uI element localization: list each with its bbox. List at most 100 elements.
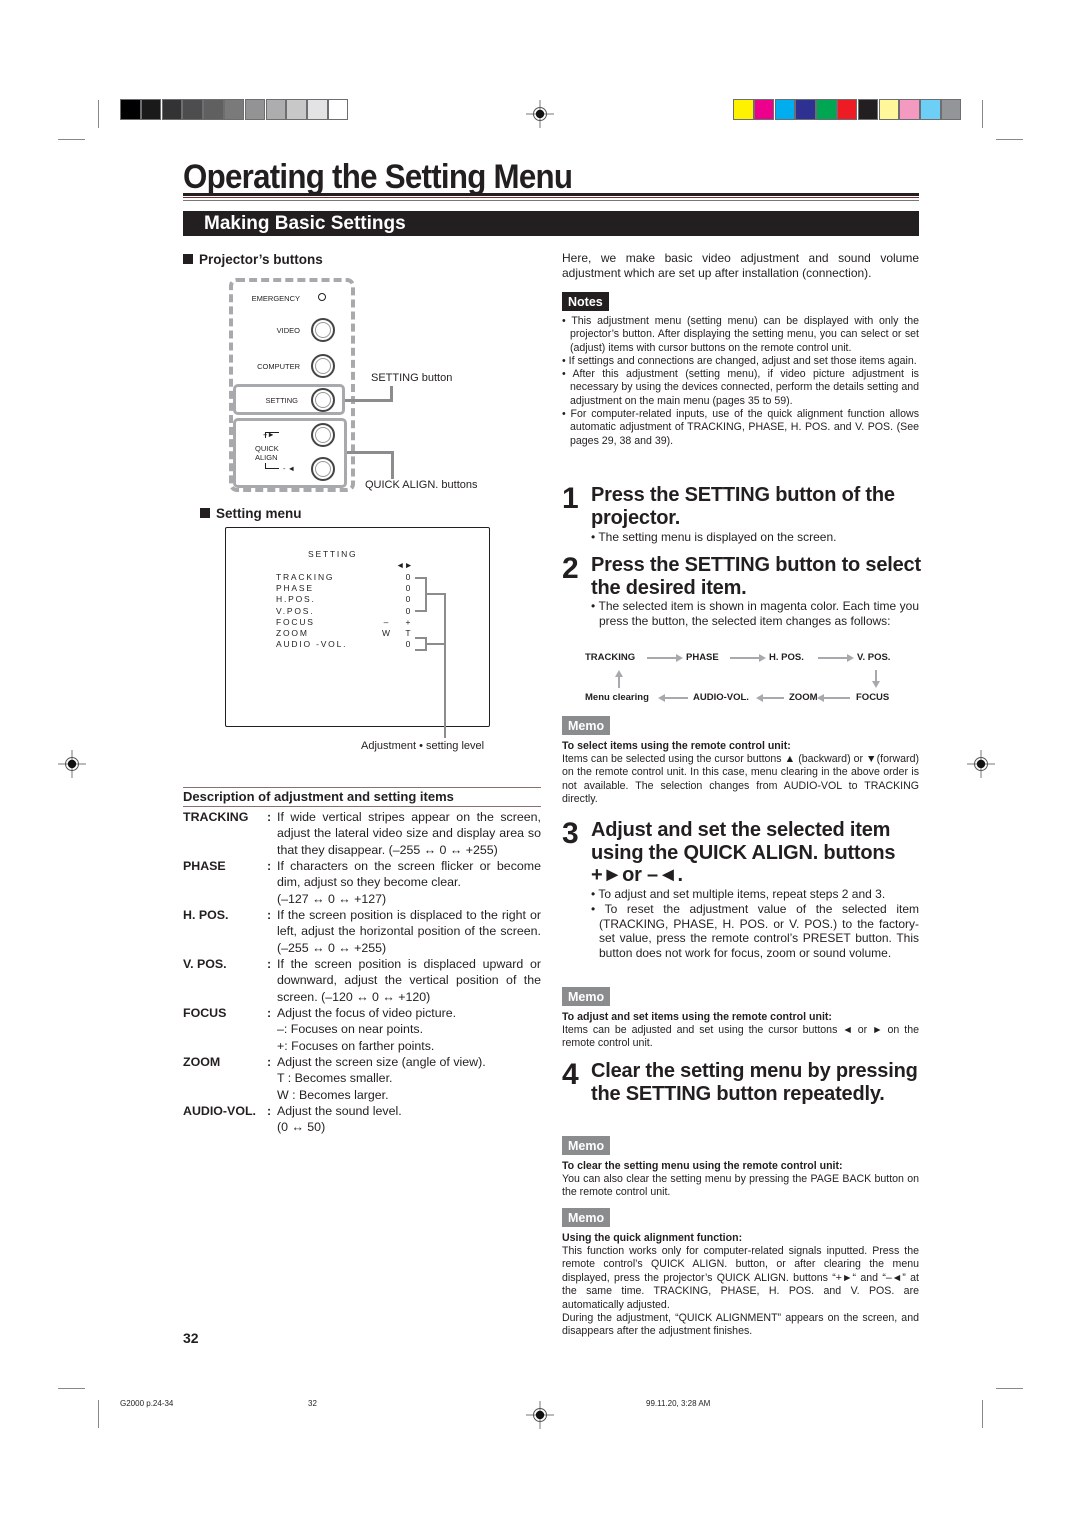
description-definition: If the screen position is displaced upwa… — [277, 956, 541, 1005]
note-item: After this adjustment (setting menu), if… — [562, 368, 919, 408]
description-term: ZOOM — [183, 1055, 221, 1069]
menu-item-name: TRACKING — [276, 572, 335, 582]
definition-line: T : Becomes smaller. — [277, 1071, 393, 1086]
note-item: This adjustment menu (setting menu) can … — [562, 315, 919, 355]
arrow-right-icon — [818, 654, 854, 662]
computer-button[interactable] — [311, 354, 335, 378]
definition-line: If the screen position is displaced to t… — [277, 908, 541, 955]
step-number: 2 — [562, 552, 579, 585]
color-swatch — [795, 99, 816, 120]
memo-title: To adjust and set items using the remote… — [562, 1011, 832, 1023]
color-swatch — [244, 99, 266, 120]
color-swatch — [182, 99, 203, 120]
description-item: FOCUS: Adjust the focus of video picture.… — [183, 1005, 541, 1054]
color-swatch — [920, 99, 941, 120]
title-rule — [183, 193, 919, 196]
color-swatch — [753, 99, 775, 120]
crop-mark — [58, 139, 85, 140]
description-definition: Adjust the focus of video picture. –: Foc… — [277, 1005, 541, 1054]
definition-line: W : Becomes larger. — [277, 1087, 389, 1102]
definition-line: If characters on the screen flicker or b… — [277, 859, 541, 890]
arrow-right-icon — [647, 654, 683, 662]
crop-mark — [982, 1400, 983, 1428]
menu-item-name: AUDIO -VOL. — [276, 639, 348, 650]
memo-title: Using the quick alignment function: — [562, 1232, 743, 1244]
memo-title: To clear the setting menu using the remo… — [562, 1160, 843, 1172]
memo-body: Items can be adjusted and set using the … — [562, 1024, 919, 1050]
description-item: PHASE: If characters on the screen flicke… — [183, 858, 541, 907]
quick-align-minus-label: - ◄ — [283, 464, 296, 473]
step-number: 1 — [562, 482, 579, 515]
color-swatch — [857, 99, 879, 120]
menu-item-name: FOCUS — [276, 616, 315, 627]
quick-align-plus-button[interactable] — [311, 423, 335, 447]
page-number: 32 — [183, 1330, 199, 1346]
menu-item-name: PHASE — [276, 583, 314, 594]
menu-item-value: + — [405, 616, 411, 627]
registration-mark-icon — [967, 750, 995, 778]
description-term: TRACKING — [183, 810, 249, 824]
menu-item-value: 0 — [405, 583, 411, 594]
step-bullet: The setting menu is displayed on the scr… — [591, 530, 919, 545]
crop-mark — [996, 1388, 1023, 1389]
notes-label: Notes — [562, 292, 609, 311]
definition-line: Adjust the sound level. — [277, 1104, 402, 1118]
setting-button[interactable] — [311, 388, 335, 412]
adjustment-level-callout: Adjustment • setting level — [361, 740, 485, 752]
registration-mark-icon — [526, 100, 554, 128]
crop-mark — [98, 1400, 99, 1428]
arrow-left-icon — [756, 694, 784, 702]
notes-list: This adjustment menu (setting menu) can … — [562, 315, 919, 448]
step-title: Press the SETTING button of the projecto… — [591, 484, 895, 529]
flow-item: H. POS. — [769, 652, 804, 663]
callout-line — [345, 399, 392, 402]
flow-item: FOCUS — [856, 692, 890, 703]
flow-item: AUDIO-VOL. — [693, 692, 749, 703]
description-item: TRACKING: If wide vertical stripes appear… — [183, 809, 541, 858]
bracket-line — [425, 593, 446, 595]
definition-line: +: Focuses on farther points. — [277, 1038, 435, 1053]
title-rule — [183, 200, 919, 201]
color-swatch — [307, 99, 328, 120]
color-swatch — [161, 99, 183, 120]
color-swatch — [878, 99, 900, 120]
note-item: If settings and connections are changed,… — [562, 355, 919, 368]
note-item: For computer-related inputs, use of the … — [562, 408, 919, 448]
color-swatch — [836, 99, 858, 120]
color-swatch — [203, 99, 224, 120]
description-definition: If wide vertical stripes appear on the s… — [277, 809, 541, 858]
definition-line: Adjust the screen size (angle of view). — [277, 1055, 486, 1069]
colon-separator: : — [267, 908, 272, 922]
step-3: 3 Adjust and set the selected item using… — [562, 817, 922, 887]
flow-item: PHASE — [686, 652, 719, 663]
memo-title: To select items using the remote control… — [562, 740, 791, 752]
step-4: 4 Clear the setting menu by pressing the… — [562, 1058, 922, 1105]
colon-separator: : — [267, 859, 272, 873]
align-label: ALIGN — [255, 453, 278, 462]
step-3-bullets: To adjust and set multiple items, repeat… — [591, 887, 919, 961]
memo-label: Memo — [562, 1208, 611, 1227]
callout-line — [347, 451, 394, 454]
color-swatch — [816, 99, 837, 120]
colon-separator: : — [267, 1006, 272, 1020]
memo-body: You can also clear the setting menu by p… — [562, 1173, 919, 1199]
quick-align-minus-button[interactable] — [311, 457, 335, 481]
definition-line: (0 ↔ 50) — [277, 1120, 326, 1135]
footer-date: 99.11.20, 3:28 AM — [646, 1399, 711, 1408]
crop-mark — [98, 100, 99, 128]
step-bullet: The selected item is shown in magenta co… — [591, 599, 920, 629]
arrow-left-icon — [658, 694, 688, 702]
footer-page: 32 — [308, 1399, 317, 1408]
menu-item-value: 0 — [405, 594, 411, 605]
menu-item-name: H.POS. — [276, 594, 316, 605]
flow-item: TRACKING — [585, 652, 636, 663]
emergency-indicator — [318, 293, 326, 301]
crop-mark — [996, 139, 1023, 140]
video-button[interactable] — [311, 318, 335, 342]
colon-separator: : — [267, 810, 272, 824]
color-swatch — [899, 99, 920, 120]
quick-align-callout: QUICK ALIGN. buttons — [365, 479, 478, 491]
memo-label: Memo — [562, 716, 611, 735]
memo-label: Memo — [562, 987, 611, 1006]
description-definition: Adjust the sound level. (0 ↔ 50) — [277, 1103, 541, 1136]
